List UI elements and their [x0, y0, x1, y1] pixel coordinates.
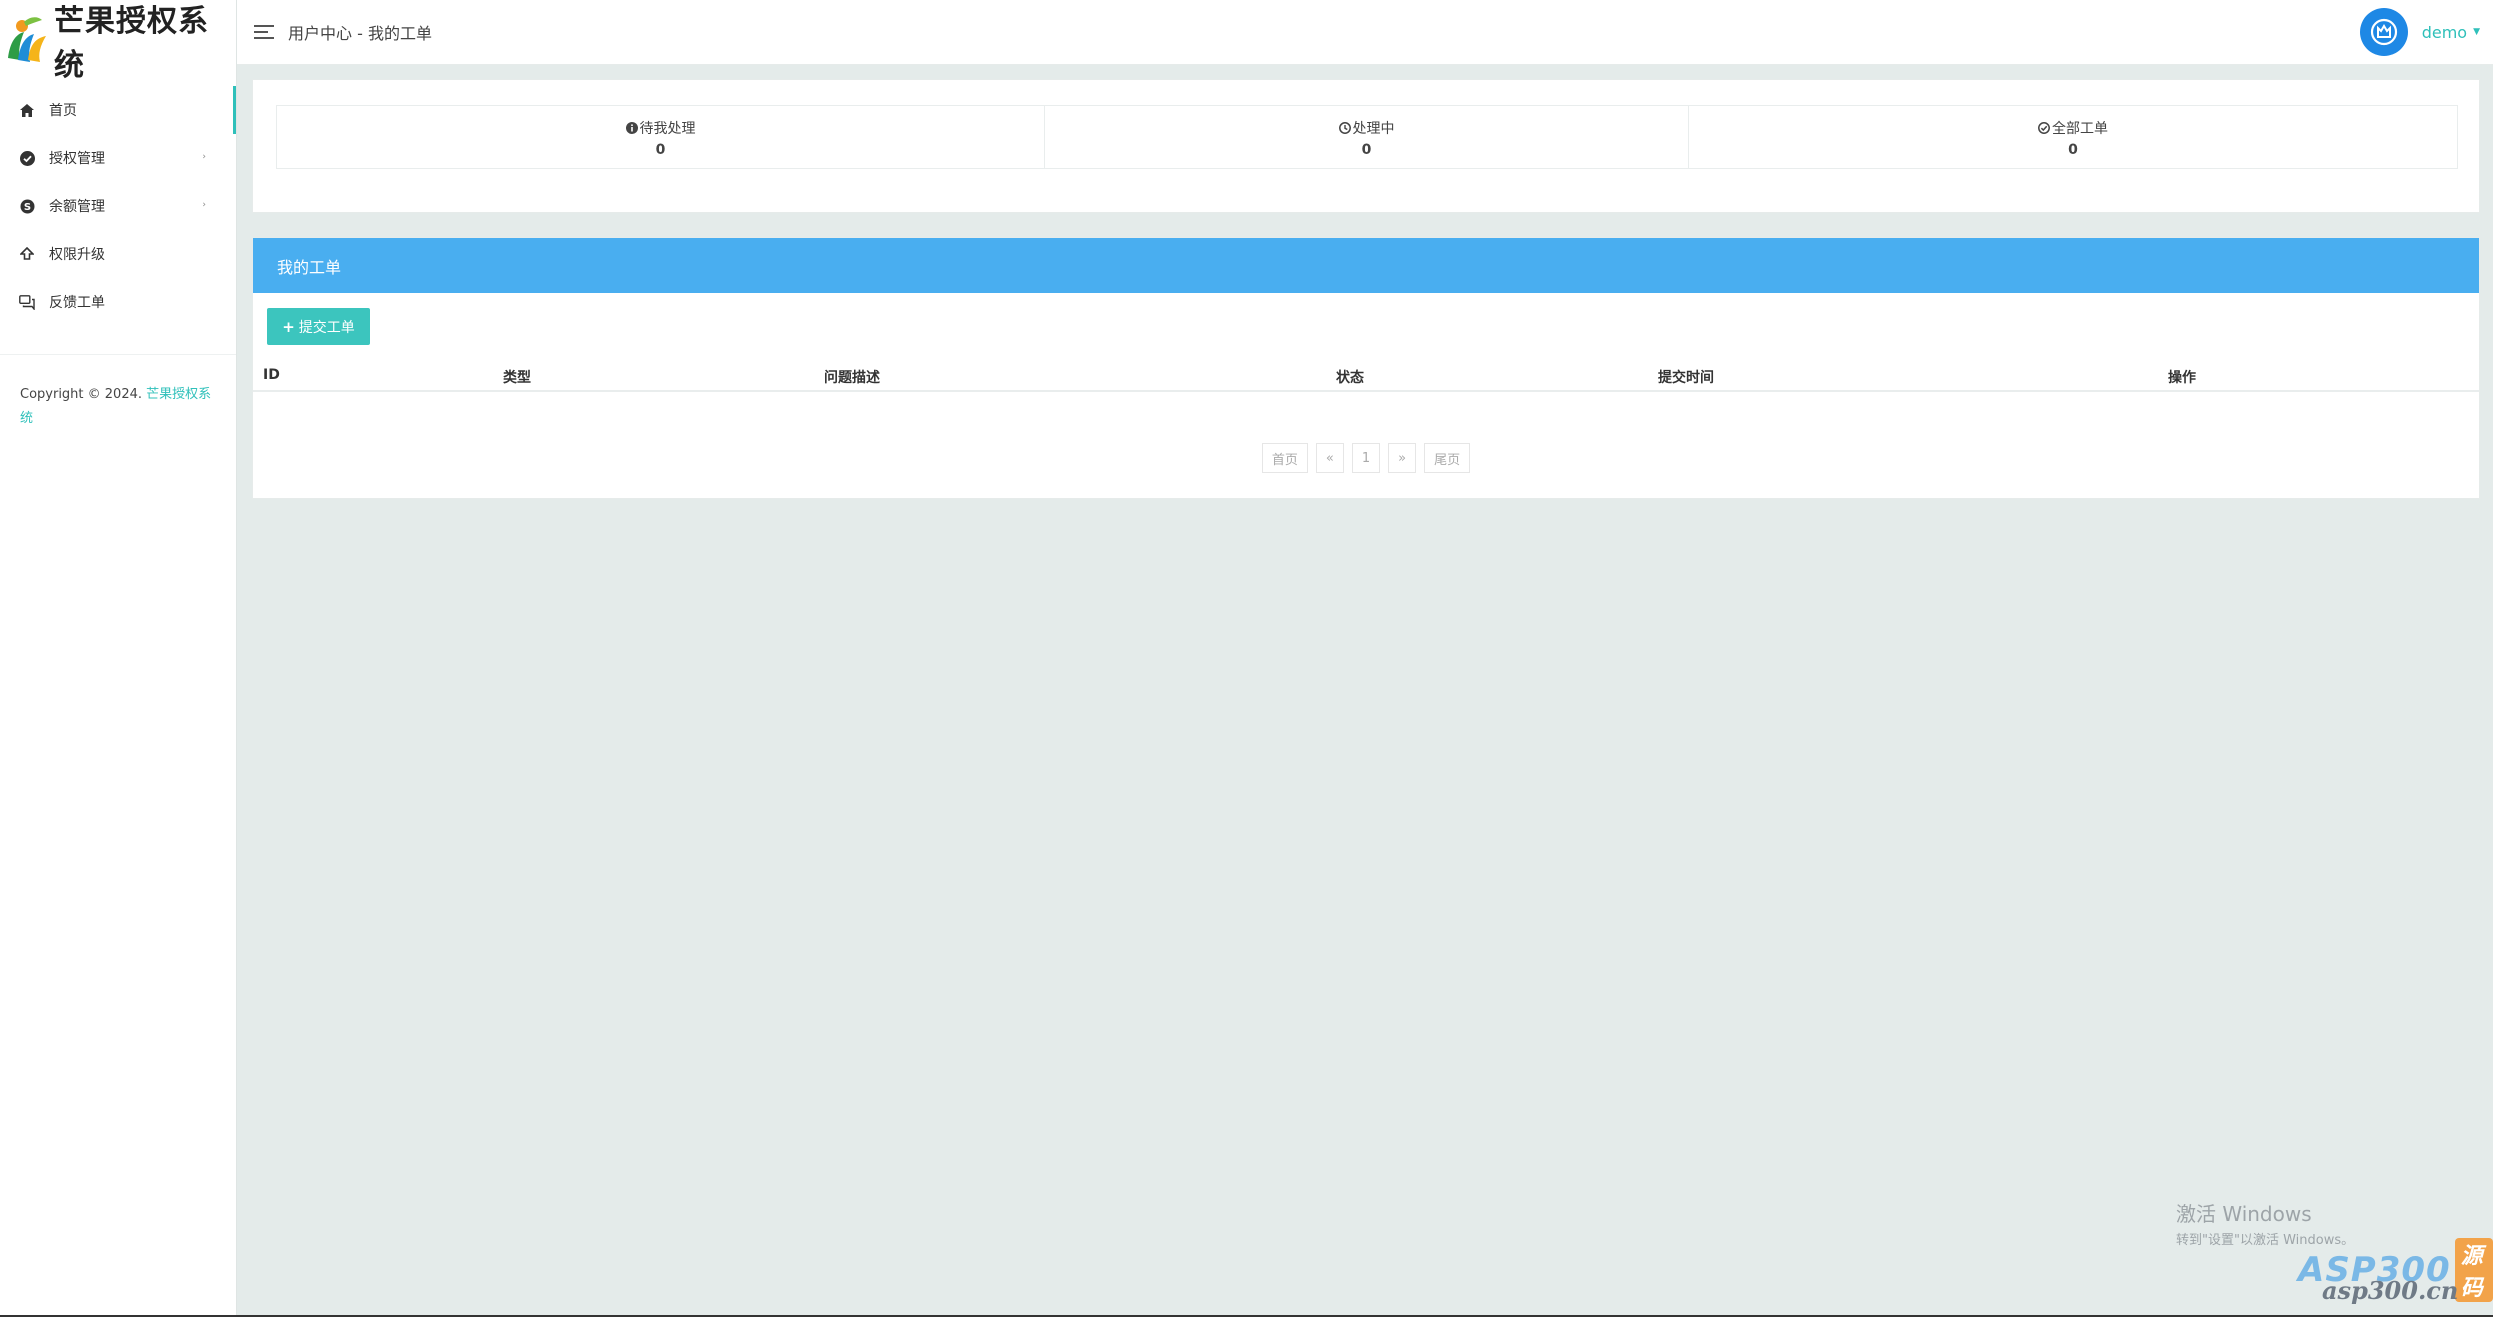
- submit-ticket-label: 提交工单: [298, 319, 355, 336]
- sidebar-item-label: 授权管理: [49, 151, 105, 167]
- submenu-arrow-icon: ›: [202, 152, 206, 162]
- sidebar-item-feedback-tickets[interactable]: 反馈工单: [0, 278, 236, 326]
- submenu-arrow-icon: ›: [202, 200, 206, 210]
- stat-value: 0: [1361, 142, 1372, 158]
- upgrade-arrow-icon: [18, 245, 36, 263]
- user-menu[interactable]: demo ▼: [2359, 8, 2480, 56]
- sidebar-item-label: 首页: [49, 103, 77, 119]
- pagination-next[interactable]: »: [1388, 443, 1417, 473]
- sidebar-item-label: 反馈工单: [49, 295, 105, 311]
- sidebar-nav: 首页 授权管理 › S 余额管理 › 权限升级 反馈工单: [0, 86, 236, 326]
- sidebar: 芒果授权系统 首页 授权管理 › S 余额管理 › 权限升级 反馈工单 Copy…: [0, 0, 237, 1317]
- watermark-line: 激活 Windows: [2176, 1202, 2312, 1226]
- skype-icon: S: [18, 197, 36, 215]
- ticket-stats-card: 待我处理 0 处理中 0 全部工单 0: [252, 79, 2480, 213]
- tickets-table-header: ID 类型 问题描述 状态 提交时间 操作: [253, 362, 2479, 392]
- sidebar-item-license-management[interactable]: 授权管理 ›: [0, 134, 236, 182]
- column-header[interactable]: 状态: [1336, 367, 1364, 387]
- app-title: 芒果授权系统: [54, 4, 209, 83]
- chevron-down-icon[interactable]: ▼: [2473, 27, 2480, 37]
- submit-ticket-button[interactable]: + 提交工单: [267, 308, 370, 345]
- breadcrumb: 用户中心 - 我的工单: [288, 24, 432, 43]
- home-icon: [18, 101, 36, 119]
- info-circle-icon: [625, 122, 638, 134]
- column-header[interactable]: ID: [263, 367, 280, 383]
- comments-icon: [18, 293, 36, 311]
- panel-title: 我的工单: [253, 238, 2479, 293]
- clock-icon: [1338, 122, 1351, 134]
- sidebar-item-label: 余额管理: [49, 199, 105, 215]
- sidebar-item-permission-upgrade[interactable]: 权限升级: [0, 230, 236, 278]
- asp300-url: asp300.cn: [2322, 1276, 2459, 1305]
- my-tickets-panel: 我的工单 + 提交工单 ID 类型 问题描述 状态 提交时间 操作 首页 « 1…: [252, 237, 2480, 499]
- top-bar: 用户中心 - 我的工单 demo ▼: [237, 0, 2493, 65]
- column-header[interactable]: 操作: [2168, 367, 2196, 387]
- column-header[interactable]: 问题描述: [824, 367, 880, 387]
- pagination-last[interactable]: 尾页: [1424, 443, 1471, 473]
- copyright-text: Copyright © 2024.: [20, 387, 143, 402]
- pagination-prev[interactable]: «: [1315, 443, 1344, 473]
- stat-label: 处理中: [1352, 121, 1395, 137]
- asp300-badge: 源码: [2454, 1238, 2493, 1302]
- pagination-page[interactable]: 1: [1351, 443, 1381, 473]
- copyright: Copyright © 2024. 芒果授权系统: [0, 355, 236, 431]
- stat-label: 全部工单: [2052, 121, 2108, 137]
- mango-logo-icon: [2, 14, 50, 66]
- ticket-stats: 待我处理 0 处理中 0 全部工单 0: [276, 105, 2458, 169]
- stat-pending: 待我处理 0: [277, 106, 1045, 168]
- avatar[interactable]: [2359, 8, 2408, 56]
- user-avatar-icon: [2370, 18, 2397, 46]
- username[interactable]: demo: [2422, 23, 2467, 42]
- svg-text:S: S: [23, 202, 30, 213]
- check-circle-icon: [2038, 122, 2050, 134]
- pagination-first[interactable]: 首页: [1261, 443, 1308, 473]
- stat-processing: 处理中 0: [1045, 106, 1689, 168]
- check-circle-icon: [18, 149, 36, 167]
- menu-toggle-icon[interactable]: [254, 21, 276, 43]
- column-header[interactable]: 提交时间: [1658, 367, 1714, 387]
- column-header[interactable]: 类型: [503, 367, 531, 387]
- app-logo[interactable]: 芒果授权系统: [0, 0, 236, 83]
- stat-value: 0: [655, 142, 666, 158]
- pagination: 首页 « 1 » 尾页: [253, 443, 2479, 473]
- sidebar-item-balance-management[interactable]: S 余额管理 ›: [0, 182, 236, 230]
- plus-icon: +: [282, 317, 295, 336]
- stat-all-tickets: 全部工单 0: [1689, 106, 2457, 168]
- sidebar-item-home[interactable]: 首页: [0, 86, 236, 134]
- stat-value: 0: [2068, 142, 2078, 158]
- stat-label: 待我处理: [639, 121, 696, 137]
- sidebar-item-label: 权限升级: [49, 247, 105, 263]
